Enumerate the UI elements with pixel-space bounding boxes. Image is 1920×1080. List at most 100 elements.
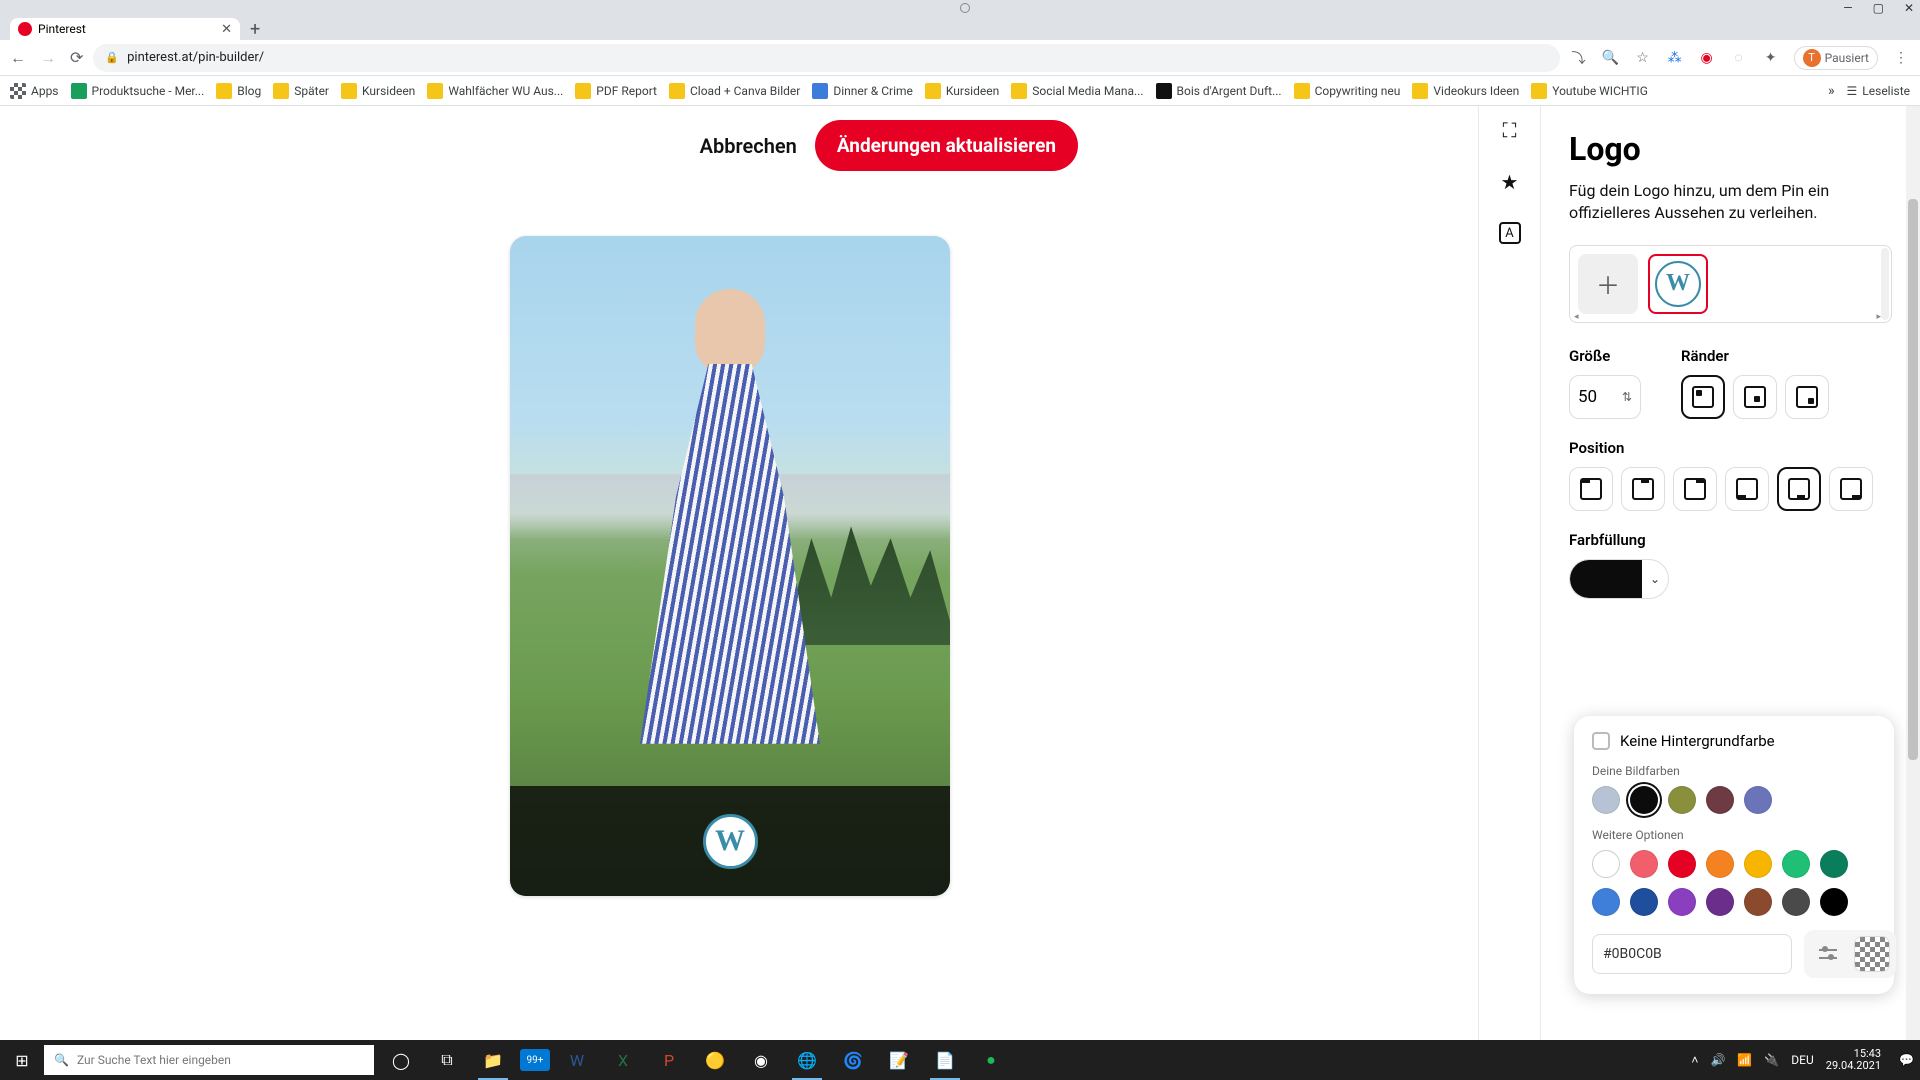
address-bar[interactable]: 🔒 pinterest.at/pin-builder/ — [93, 44, 1559, 72]
tray-battery-icon[interactable]: 🔌 — [1764, 1053, 1779, 1067]
scroll-left-icon[interactable]: ◂ — [1574, 312, 1579, 322]
tray-volume-icon[interactable]: 🔊 — [1710, 1053, 1725, 1067]
profile-chip[interactable]: T Pausiert — [1794, 46, 1878, 70]
palette-color-swatch[interactable] — [1668, 888, 1696, 916]
tray-wifi-icon[interactable]: 📶 — [1737, 1053, 1752, 1067]
nav-forward-icon[interactable]: → — [40, 48, 56, 68]
rail-crop-icon[interactable]: ⛶ — [1503, 118, 1517, 142]
hex-input[interactable] — [1592, 934, 1792, 974]
image-color-swatch[interactable] — [1744, 786, 1772, 814]
border-option-1[interactable] — [1681, 375, 1725, 419]
bookmark-apps[interactable]: Apps — [10, 83, 59, 99]
image-color-swatch[interactable] — [1592, 786, 1620, 814]
window-maximize[interactable]: ▢ — [1873, 1, 1884, 15]
mail-icon[interactable]: 99+ — [520, 1049, 550, 1071]
nav-reload-icon[interactable]: ⟳ — [70, 48, 83, 67]
edge-icon[interactable]: 🌀 — [834, 1040, 872, 1080]
tray-lang[interactable]: DEU — [1791, 1053, 1813, 1067]
reading-list[interactable]: ☰ Leseliste — [1847, 84, 1910, 98]
update-button[interactable]: Änderungen aktualisieren — [815, 120, 1078, 171]
page-scrollbar[interactable] — [1906, 106, 1920, 1040]
start-button[interactable]: ⊞ — [0, 1040, 44, 1080]
bookmark-item[interactable]: Bois d'Argent Duft... — [1156, 83, 1282, 99]
palette-color-swatch[interactable] — [1706, 888, 1734, 916]
border-option-2[interactable] — [1733, 375, 1777, 419]
notepad2-icon[interactable]: 📄 — [926, 1040, 964, 1080]
add-logo-button[interactable]: ＋ — [1578, 254, 1638, 314]
qr-icon[interactable]: ⁂ — [1666, 49, 1684, 67]
bookmark-item[interactable]: Produktsuche - Mer... — [71, 83, 205, 99]
bookmark-item[interactable]: Youtube WICHTIG — [1531, 83, 1648, 99]
bookmark-item[interactable]: Videokurs Ideen — [1412, 83, 1519, 99]
position-top-center[interactable] — [1621, 467, 1665, 511]
palette-color-swatch[interactable] — [1820, 888, 1848, 916]
palette-color-swatch[interactable] — [1744, 850, 1772, 878]
task-view-icon[interactable]: ◯ — [382, 1040, 420, 1080]
notepad-icon[interactable]: 📝 — [880, 1040, 918, 1080]
bookmark-item[interactable]: Kursideen — [925, 83, 999, 99]
image-color-swatch[interactable] — [1668, 786, 1696, 814]
border-option-3[interactable] — [1785, 375, 1829, 419]
palette-color-swatch[interactable] — [1744, 888, 1772, 916]
word-icon[interactable]: W — [558, 1040, 596, 1080]
image-color-swatch[interactable] — [1630, 786, 1658, 814]
bookmark-item[interactable]: Wahlfächer WU Aus... — [427, 83, 563, 99]
bookmark-item[interactable]: Social Media Mana... — [1011, 83, 1143, 99]
app-icon[interactable]: 🟡 — [696, 1040, 734, 1080]
excel-icon[interactable]: X — [604, 1040, 642, 1080]
palette-color-swatch[interactable] — [1630, 888, 1658, 916]
fill-color-dropdown[interactable]: ⌄ — [1569, 559, 1669, 599]
chrome-icon[interactable]: 🌐 — [788, 1040, 826, 1080]
chrome-menu-icon[interactable]: ⋮ — [1892, 49, 1910, 67]
palette-color-swatch[interactable] — [1592, 850, 1620, 878]
obs-icon[interactable]: ◉ — [742, 1040, 780, 1080]
no-bg-checkbox[interactable] — [1592, 732, 1610, 750]
palette-color-swatch[interactable] — [1820, 850, 1848, 878]
position-bottom-center[interactable] — [1777, 467, 1821, 511]
size-input[interactable]: 50 ⇅ — [1569, 375, 1641, 419]
scroll-right-icon[interactable]: ▸ — [1876, 312, 1881, 322]
position-bottom-right[interactable] — [1829, 467, 1873, 511]
nav-back-icon[interactable]: ← — [10, 48, 26, 68]
bookmark-item[interactable]: Kursideen — [341, 83, 415, 99]
powerpoint-icon[interactable]: P — [650, 1040, 688, 1080]
pinterest-ext-icon[interactable]: ◉ — [1698, 49, 1716, 67]
window-minimize[interactable]: — — [1843, 1, 1852, 15]
new-tab-button[interactable]: + — [250, 19, 260, 40]
zoom-icon[interactable]: 🔍 — [1602, 49, 1620, 67]
bookmark-overflow-icon[interactable]: » — [1828, 83, 1835, 99]
tray-clock[interactable]: 15:43 29.04.2021 — [1826, 1048, 1887, 1072]
explorer-icon[interactable]: 📁 — [474, 1040, 512, 1080]
palette-color-swatch[interactable] — [1668, 850, 1696, 878]
bookmark-star-icon[interactable]: ☆ — [1634, 49, 1652, 67]
tray-notifications-icon[interactable]: 💬 — [1899, 1053, 1914, 1067]
logo-scrollbar[interactable] — [1881, 248, 1889, 320]
palette-color-swatch[interactable] — [1782, 888, 1810, 916]
palette-color-swatch[interactable] — [1782, 850, 1810, 878]
position-top-right[interactable] — [1673, 467, 1717, 511]
position-bottom-left[interactable] — [1725, 467, 1769, 511]
tab-close-icon[interactable]: ✕ — [221, 22, 232, 37]
cortana-icon[interactable]: ⧉ — [428, 1040, 466, 1080]
logo-thumbnail-selected[interactable]: W — [1648, 254, 1708, 314]
install-app-icon[interactable]: ⤵ — [1570, 49, 1588, 67]
rail-text-icon[interactable]: A — [1499, 222, 1521, 244]
window-close[interactable]: ✕ — [1904, 1, 1914, 15]
bookmark-item[interactable]: Cload + Canva Bilder — [669, 83, 800, 99]
browser-tab[interactable]: Pinterest ✕ — [10, 18, 240, 40]
taskbar-search[interactable]: 🔍 Zur Suche Text hier eingeben — [44, 1045, 374, 1075]
rail-logo-icon[interactable]: ★ — [1501, 170, 1519, 194]
bookmark-item[interactable]: PDF Report — [575, 83, 657, 99]
extensions-icon[interactable]: ✦ — [1762, 49, 1780, 67]
cancel-button[interactable]: Abbrechen — [700, 134, 797, 158]
color-slider-tool[interactable] — [1810, 936, 1846, 972]
image-color-swatch[interactable] — [1706, 786, 1734, 814]
ext-disabled-icon[interactable]: ◌ — [1730, 49, 1748, 67]
size-stepper-icon[interactable]: ⇅ — [1622, 390, 1632, 404]
palette-color-swatch[interactable] — [1706, 850, 1734, 878]
pin-preview[interactable]: W — [510, 236, 950, 896]
bookmark-item[interactable]: Dinner & Crime — [812, 83, 913, 99]
spotify-icon[interactable]: ● — [972, 1040, 1010, 1080]
bookmark-item[interactable]: Später — [273, 83, 329, 99]
bookmark-item[interactable]: Copywriting neu — [1294, 83, 1401, 99]
